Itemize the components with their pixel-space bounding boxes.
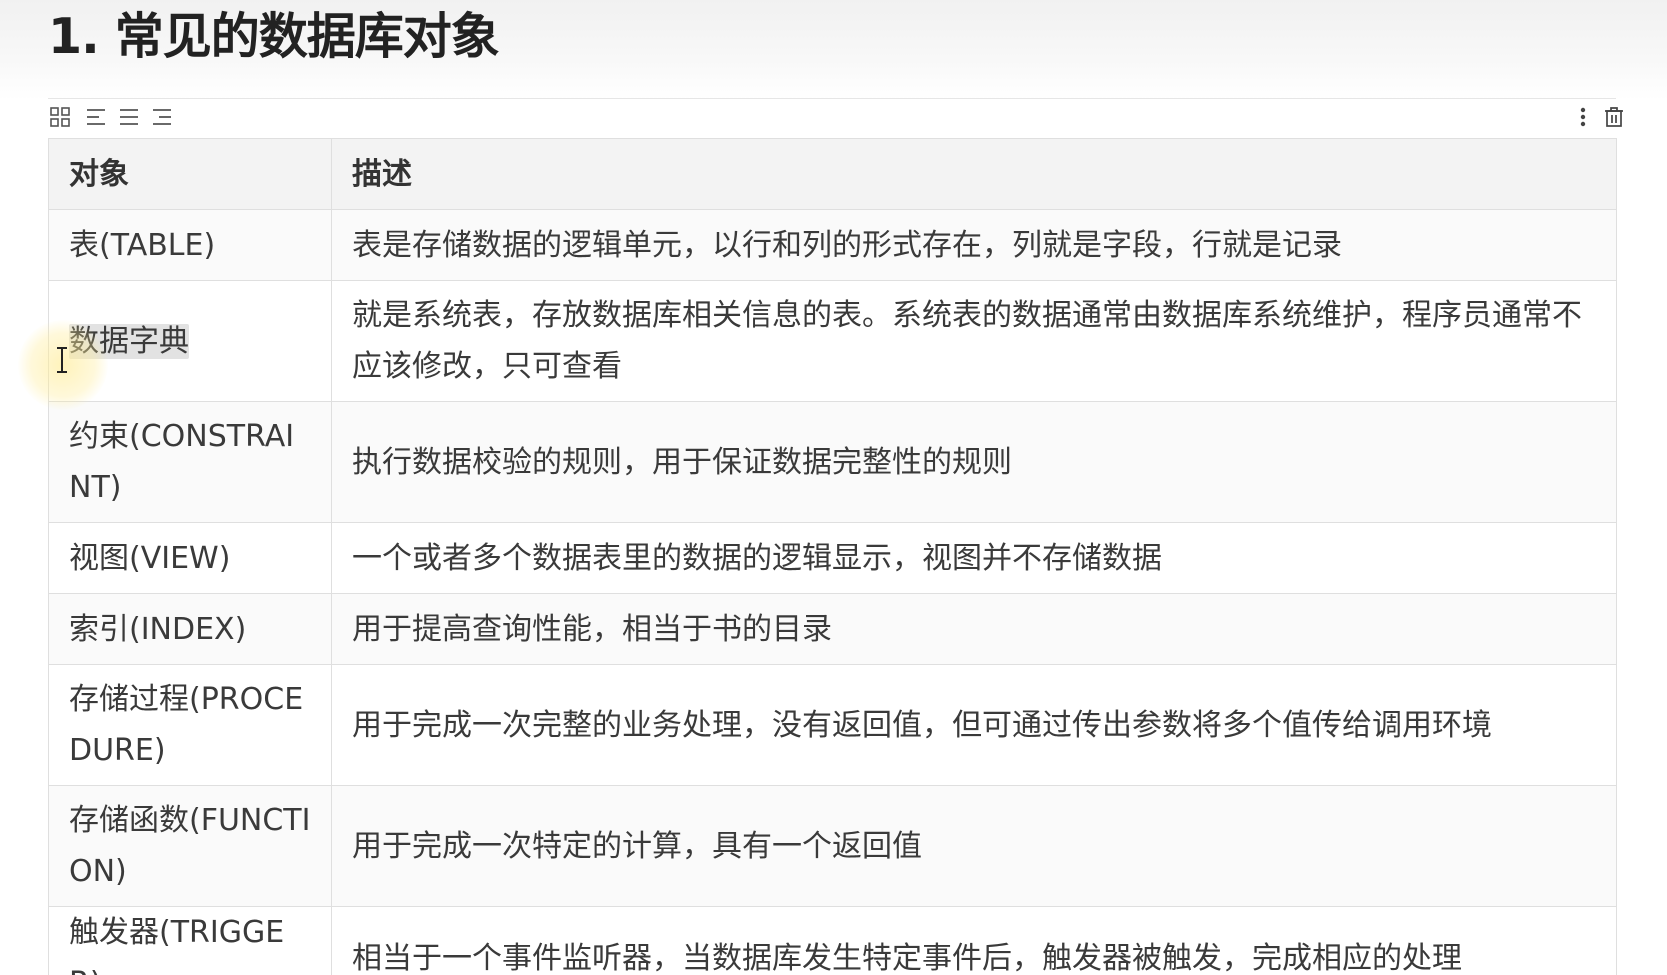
- align-center-icon[interactable]: [117, 105, 141, 129]
- cell-object[interactable]: 存储函数(FUNCTION): [48, 785, 332, 907]
- align-right-icon[interactable]: [150, 105, 174, 129]
- more-vertical-icon[interactable]: [1571, 105, 1595, 129]
- align-left-icon[interactable]: [84, 105, 108, 129]
- cell-description[interactable]: 就是系统表，存放数据库相关信息的表。系统表的数据通常由数据库系统维护，程序员通常…: [331, 280, 1617, 402]
- trash-icon[interactable]: [1602, 105, 1626, 129]
- database-objects-table: 对象 描述 表(TABLE) 表是存储数据的逻辑单元，以行和列的形式存在，列就是…: [48, 138, 1617, 975]
- cell-description[interactable]: 执行数据校验的规则，用于保证数据完整性的规则: [331, 401, 1617, 523]
- cell-object[interactable]: 数据字典: [48, 280, 332, 402]
- cell-object[interactable]: 索引(INDEX): [48, 593, 332, 665]
- table-row: 约束(CONSTRAINT) 执行数据校验的规则，用于保证数据完整性的规则: [48, 401, 1617, 523]
- page-title: 1. 常见的数据库对象: [48, 8, 500, 65]
- table-toolbar: [48, 98, 1623, 133]
- grid-icon[interactable]: [48, 105, 72, 129]
- cell-object[interactable]: 表(TABLE): [48, 209, 332, 281]
- cell-object[interactable]: 存储过程(PROCEDURE): [48, 664, 332, 786]
- table-row: 存储函数(FUNCTION) 用于完成一次特定的计算，具有一个返回值: [48, 785, 1617, 907]
- header-description[interactable]: 描述: [331, 138, 1617, 210]
- cell-description[interactable]: 一个或者多个数据表里的数据的逻辑显示，视图并不存储数据: [331, 522, 1617, 594]
- cell-description[interactable]: 用于提高查询性能，相当于书的目录: [331, 593, 1617, 665]
- table-row: 视图(VIEW) 一个或者多个数据表里的数据的逻辑显示，视图并不存储数据: [48, 522, 1617, 594]
- table-row: 表(TABLE) 表是存储数据的逻辑单元，以行和列的形式存在，列就是字段，行就是…: [48, 209, 1617, 281]
- header-object[interactable]: 对象: [48, 138, 332, 210]
- cell-object[interactable]: 视图(VIEW): [48, 522, 332, 594]
- cell-description[interactable]: 相当于一个事件监听器，当数据库发生特定事件后，触发器被触发，完成相应的处理: [331, 906, 1617, 975]
- table-row: 索引(INDEX) 用于提高查询性能，相当于书的目录: [48, 593, 1617, 665]
- table-row: 触发器(TRIGGER) 相当于一个事件监听器，当数据库发生特定事件后，触发器被…: [48, 906, 1617, 975]
- cell-description[interactable]: 表是存储数据的逻辑单元，以行和列的形式存在，列就是字段，行就是记录: [331, 209, 1617, 281]
- cell-description[interactable]: 用于完成一次完整的业务处理，没有返回值，但可通过传出参数将多个值传给调用环境: [331, 664, 1617, 786]
- cell-object[interactable]: 触发器(TRIGGER): [48, 906, 332, 975]
- selected-text: 数据字典: [69, 323, 189, 359]
- table-row: 数据字典 就是系统表，存放数据库相关信息的表。系统表的数据通常由数据库系统维护，…: [48, 280, 1617, 402]
- table-row: 存储过程(PROCEDURE) 用于完成一次完整的业务处理，没有返回值，但可通过…: [48, 664, 1617, 786]
- cell-object[interactable]: 约束(CONSTRAINT): [48, 401, 332, 523]
- table-header-row: 对象 描述: [48, 138, 1617, 210]
- cell-description[interactable]: 用于完成一次特定的计算，具有一个返回值: [331, 785, 1617, 907]
